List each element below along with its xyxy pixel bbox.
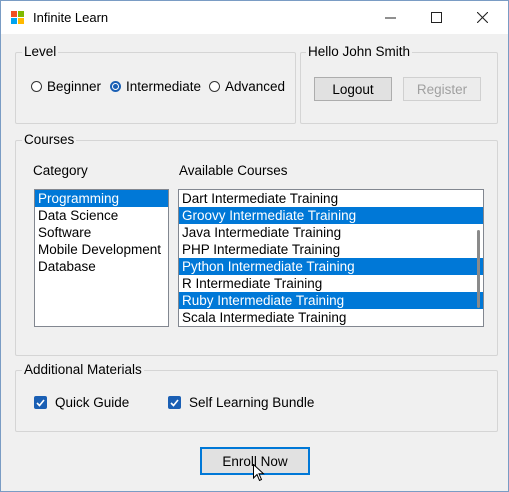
app-icon: [11, 11, 25, 25]
course-list-item[interactable]: Ruby Intermediate Training: [179, 292, 483, 309]
close-icon[interactable]: [459, 1, 505, 34]
available-courses-listbox[interactable]: Dart Intermediate Training Groovy Interme…: [178, 189, 484, 327]
quick-guide-label: Quick Guide: [55, 395, 130, 410]
listbox-scrollbar[interactable]: [477, 230, 480, 308]
minimize-icon[interactable]: [367, 1, 413, 34]
quick-guide-checkbox[interactable]: Quick Guide: [34, 395, 129, 410]
materials-label: Additional Materials: [22, 362, 144, 377]
checkbox-checked-icon[interactable]: [34, 396, 47, 409]
courses-label: Courses: [22, 132, 77, 147]
course-list-item[interactable]: Python Intermediate Training: [179, 258, 483, 275]
self-learning-bundle-label: Self Learning Bundle: [189, 395, 315, 410]
radio-advanced[interactable]: Advanced: [209, 79, 285, 94]
checkbox-checked-icon[interactable]: [168, 396, 181, 409]
radio-beginner[interactable]: Beginner: [31, 79, 101, 94]
self-learning-bundle-checkbox[interactable]: Self Learning Bundle: [168, 395, 314, 410]
level-label: Level: [22, 44, 59, 59]
category-list-item[interactable]: Database: [35, 258, 168, 275]
radio-circle[interactable]: [31, 81, 42, 92]
radio-intermediate-label: Intermediate: [126, 79, 202, 94]
course-list-item[interactable]: Scala Intermediate Training: [179, 309, 483, 326]
category-list-item[interactable]: Programming: [35, 190, 168, 207]
category-header: Category: [33, 163, 88, 178]
maximize-icon[interactable]: [413, 1, 459, 34]
category-listbox[interactable]: Programming Data Science Software Mobile De…: [34, 189, 169, 327]
radio-circle[interactable]: [209, 81, 220, 92]
window-title: Infinite Learn: [33, 10, 109, 25]
category-list-item[interactable]: Data Science: [35, 207, 168, 224]
course-list-item[interactable]: Groovy Intermediate Training: [179, 207, 483, 224]
radio-advanced-label: Advanced: [225, 79, 286, 94]
app-window: Infinite Learn Level Beginner Intermedia…: [0, 0, 509, 492]
course-list-item[interactable]: PHP Intermediate Training: [179, 241, 483, 258]
course-list-item[interactable]: Dart Intermediate Training: [179, 190, 483, 207]
radio-intermediate[interactable]: Intermediate: [110, 79, 201, 94]
radio-beginner-label: Beginner: [47, 79, 102, 94]
category-list-item[interactable]: Mobile Development: [35, 241, 168, 258]
radio-circle-checked[interactable]: [110, 81, 121, 92]
greeting-label: Hello John Smith: [306, 44, 413, 59]
mouse-cursor-icon: [253, 463, 265, 485]
category-list-item[interactable]: Software: [35, 224, 168, 241]
course-list-item[interactable]: Java Intermediate Training: [179, 224, 483, 241]
logout-button[interactable]: Logout: [314, 77, 392, 101]
title-bar[interactable]: Infinite Learn: [1, 1, 508, 34]
available-courses-header: Available Courses: [179, 163, 288, 178]
register-button[interactable]: Register: [403, 77, 481, 101]
course-list-item[interactable]: R Intermediate Training: [179, 275, 483, 292]
